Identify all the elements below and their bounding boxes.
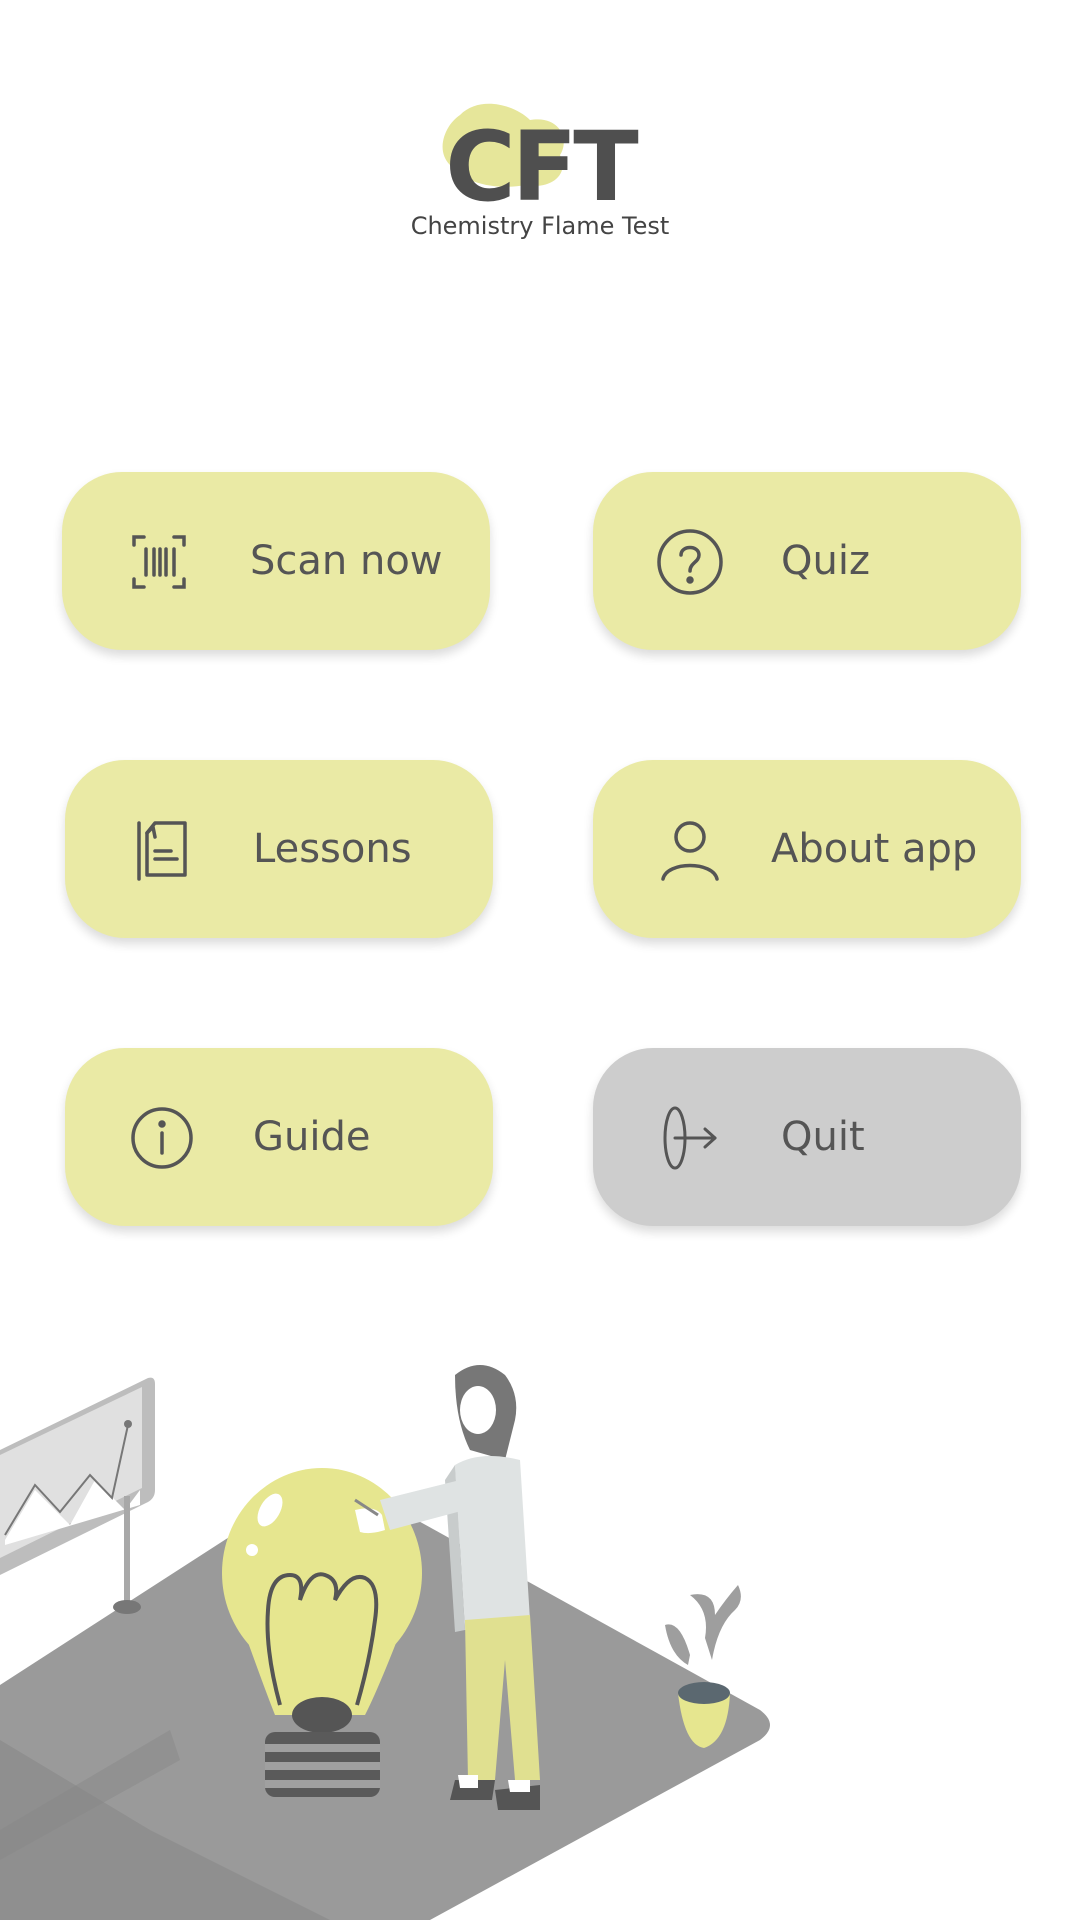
lessons-button[interactable]: Lessons <box>65 760 493 938</box>
exit-arrow-icon <box>655 1103 725 1173</box>
quiz-label: Quiz <box>781 538 870 584</box>
lessons-label: Lessons <box>253 826 412 872</box>
guide-label: Guide <box>253 1114 371 1160</box>
barcode-scan-icon <box>124 527 194 597</box>
document-icon <box>127 815 197 885</box>
quit-label: Quit <box>781 1114 865 1160</box>
scientist-lightbulb-illustration <box>0 1365 770 1920</box>
logo-text: CFT <box>445 111 639 223</box>
guide-button[interactable]: Guide <box>65 1048 493 1226</box>
scan-now-button[interactable]: Scan now <box>62 472 490 650</box>
chart-board <box>0 1377 155 1614</box>
question-circle-icon <box>655 527 725 597</box>
quit-button[interactable]: Quit <box>593 1048 1021 1226</box>
scan-now-label: Scan now <box>250 538 443 584</box>
user-icon <box>655 815 725 885</box>
info-circle-icon <box>127 1103 197 1173</box>
about-app-label: About app <box>771 826 978 872</box>
about-app-button[interactable]: About app <box>593 760 1021 938</box>
quiz-button[interactable]: Quiz <box>593 472 1021 650</box>
app-subtitle: Chemistry Flame Test <box>410 212 670 240</box>
